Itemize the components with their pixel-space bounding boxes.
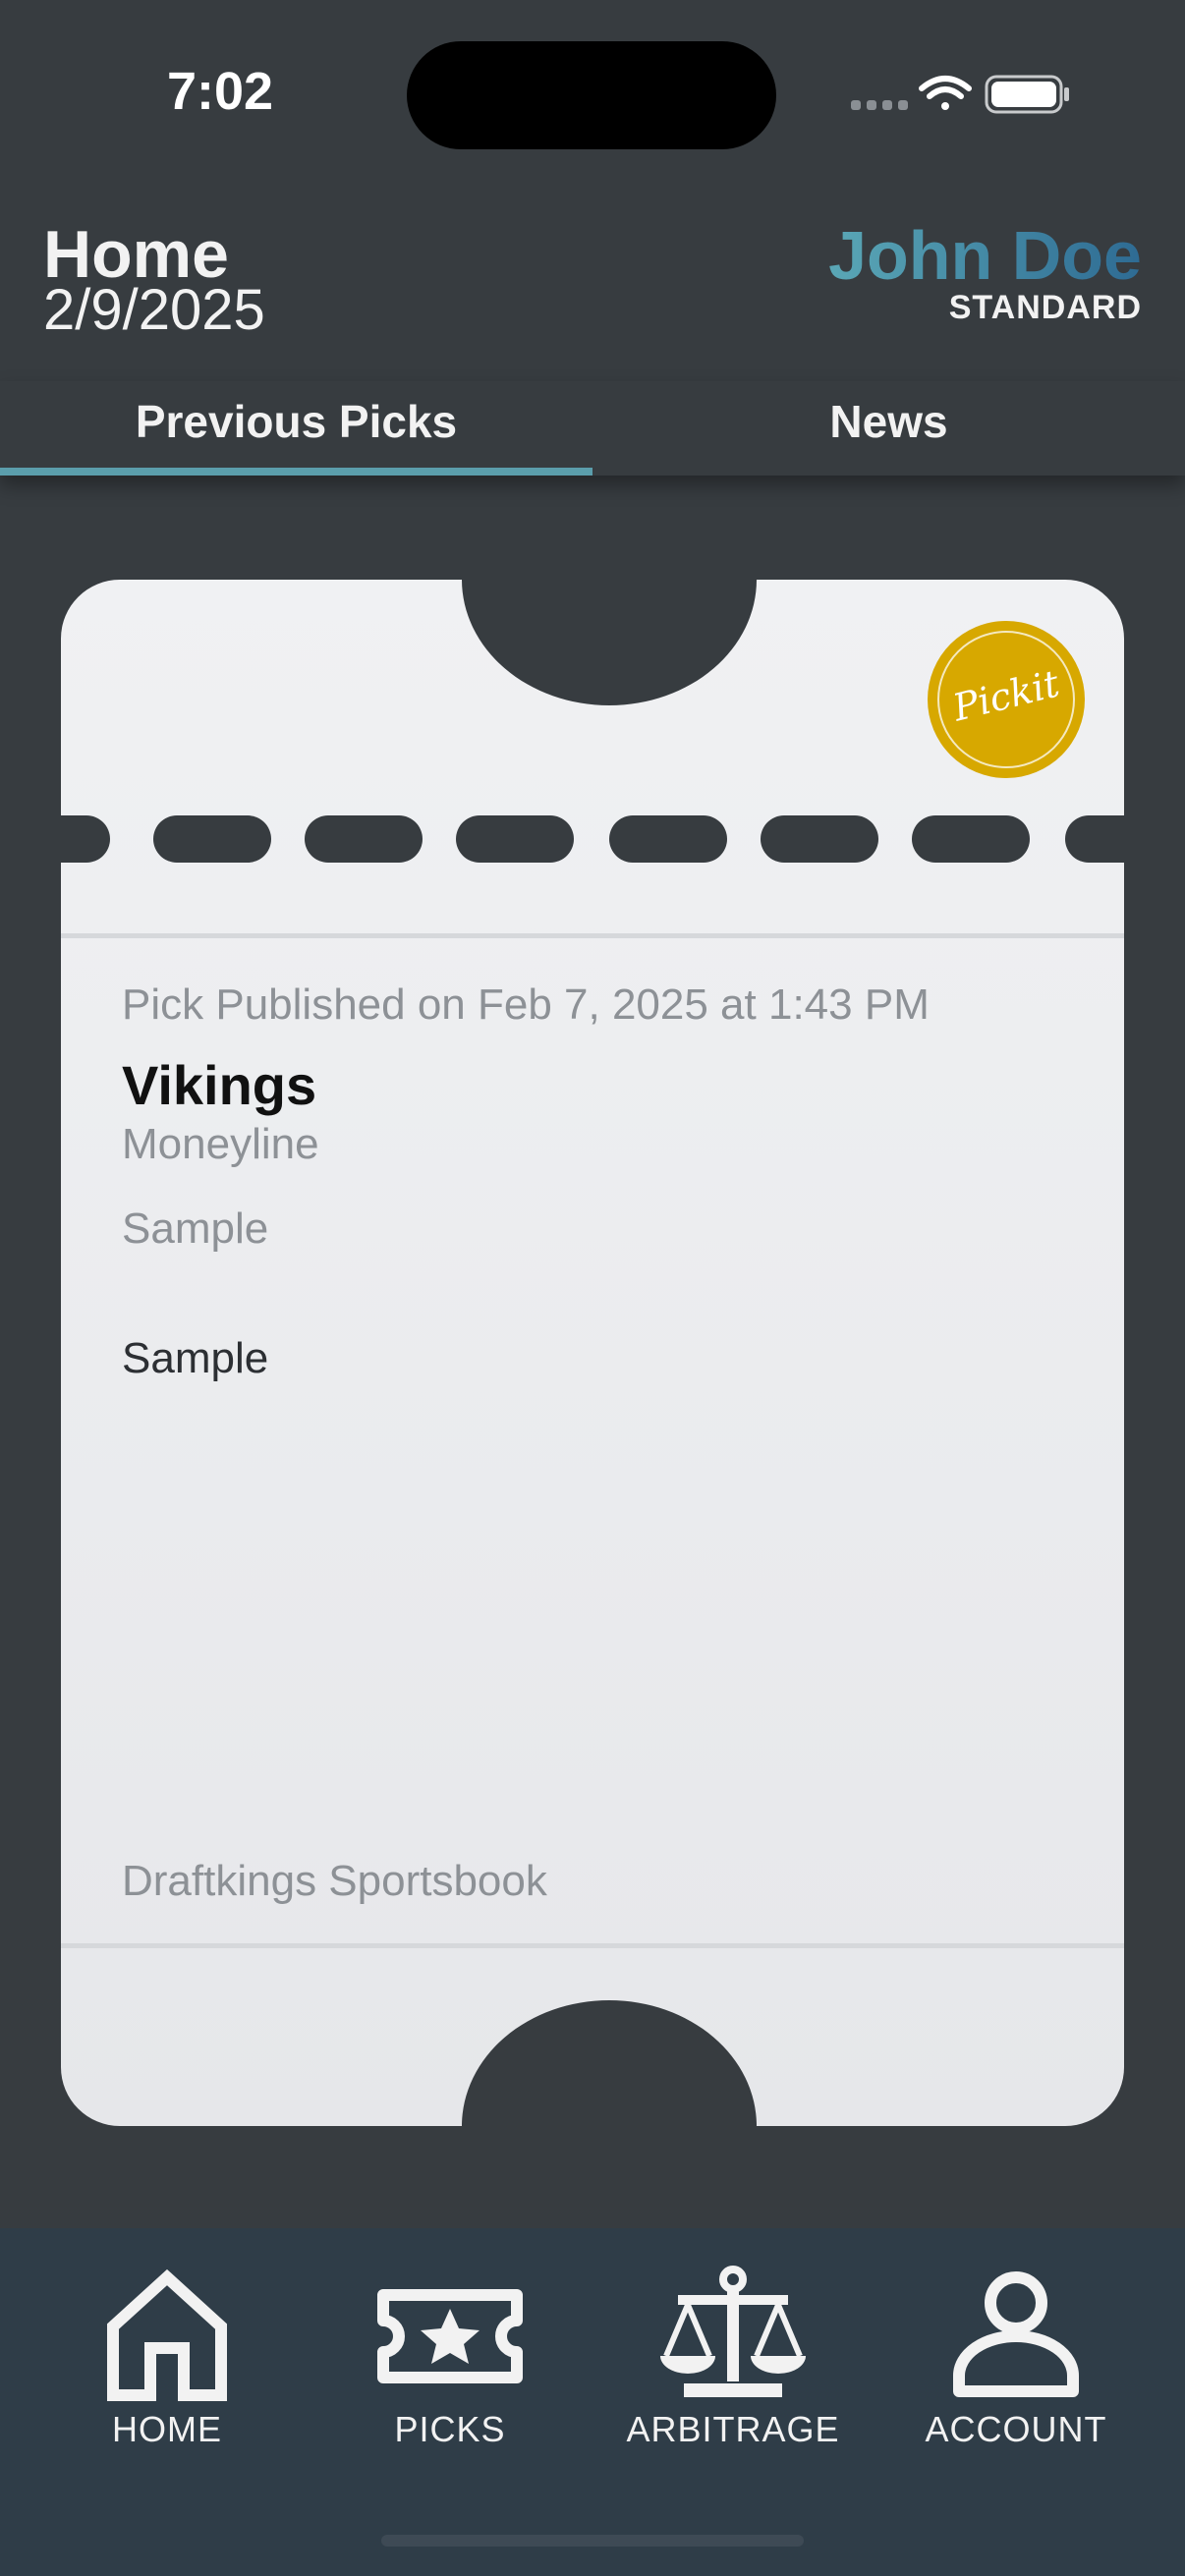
pick-ticket-card[interactable]: Pickit Pick Published on Feb 7, 2025 at … xyxy=(61,580,1124,2126)
home-icon xyxy=(107,2268,227,2401)
nav-picks[interactable]: PICKS xyxy=(332,2266,568,2462)
nav-account[interactable]: ACCOUNT xyxy=(898,2266,1134,2462)
status-bar: 7:02 xyxy=(0,0,1185,187)
battery-icon xyxy=(985,75,1069,114)
nav-picks-label: PICKS xyxy=(394,2409,506,2449)
pickit-logo: Pickit xyxy=(928,621,1085,778)
wifi-icon xyxy=(919,76,972,110)
scale-icon xyxy=(660,2266,806,2397)
user-tier-badge: STANDARD xyxy=(948,289,1142,326)
nav-home[interactable]: HOME xyxy=(49,2266,285,2462)
active-tab-indicator xyxy=(0,468,592,476)
user-name[interactable]: John Doe xyxy=(828,216,1142,295)
status-icons xyxy=(851,75,1069,114)
pick-published-date: Pick Published on Feb 7, 2025 at 1:43 PM xyxy=(122,980,930,1029)
ticket-star-icon xyxy=(377,2289,523,2383)
tab-previous-picks[interactable]: Previous Picks xyxy=(0,381,592,476)
bottom-divider xyxy=(61,1943,1124,1948)
tab-news[interactable]: News xyxy=(592,381,1185,476)
bottom-nav: HOME PICKS ARBITRAGE ACCOUNT xyxy=(0,2228,1185,2576)
dynamic-island xyxy=(407,41,776,149)
pick-sportsbook: Draftkings Sportsbook xyxy=(122,1857,547,1905)
top-divider xyxy=(61,933,1124,938)
nav-arbitrage[interactable]: ARBITRAGE xyxy=(615,2266,851,2462)
nav-home-label: HOME xyxy=(112,2409,222,2449)
pick-detail-1: Sample xyxy=(122,1204,269,1253)
pick-detail-2: Sample xyxy=(122,1334,269,1382)
tab-bar: Previous Picks News xyxy=(0,381,1185,476)
status-time: 7:02 xyxy=(167,62,274,121)
nav-account-label: ACCOUNT xyxy=(925,2409,1107,2449)
pick-bet-type: Moneyline xyxy=(122,1120,319,1168)
person-icon xyxy=(953,2271,1079,2397)
signal-icon xyxy=(851,100,908,110)
page-date: 2/9/2025 xyxy=(43,278,265,342)
pick-team: Vikings xyxy=(122,1054,317,1116)
nav-arbitrage-label: ARBITRAGE xyxy=(626,2409,840,2449)
home-indicator[interactable] xyxy=(381,2535,804,2547)
